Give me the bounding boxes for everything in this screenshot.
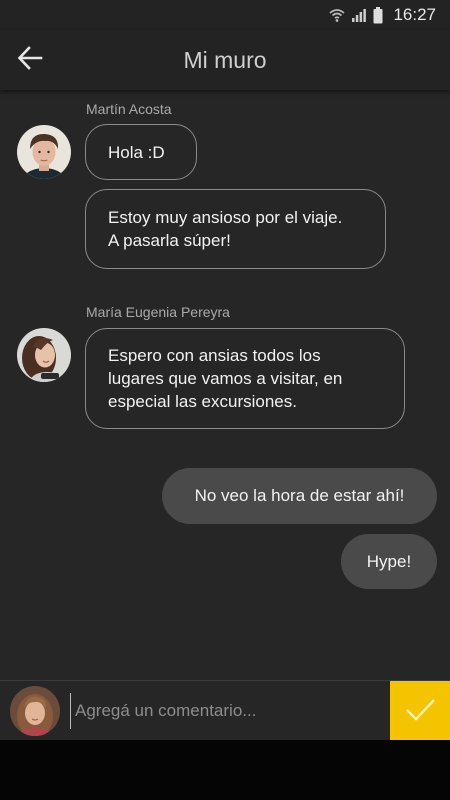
wifi-icon: [329, 7, 345, 23]
check-icon: [403, 692, 437, 731]
chat-area[interactable]: Martín Acosta Hola :D Estoy muy ansioso …: [0, 90, 450, 680]
app-bar: Mi muro: [0, 30, 450, 90]
page-title: Mi muro: [183, 47, 267, 73]
my-message-bubble[interactable]: No veo la hora de estar ahí!: [162, 468, 437, 524]
compose-bar: [0, 680, 450, 741]
system-navigation-bar: [0, 740, 450, 800]
author-name: Martín Acosta: [86, 101, 172, 117]
message-bubble[interactable]: Estoy muy ansioso por el viaje. A pasarl…: [85, 189, 386, 269]
comment-input[interactable]: [70, 693, 380, 729]
author-name: María Eugenia Pereyra: [86, 304, 230, 320]
status-bar: 16:27: [0, 0, 450, 30]
message-bubble[interactable]: Espero con ansias todos los lugares que …: [85, 328, 405, 429]
avatar-martin[interactable]: [17, 125, 71, 179]
avatar-maria[interactable]: [17, 328, 71, 382]
back-button[interactable]: [10, 42, 50, 78]
avatar-current-user: [10, 686, 60, 736]
battery-icon: [373, 6, 383, 24]
clock: 16:27: [393, 5, 436, 24]
message-bubble[interactable]: Hola :D: [85, 124, 197, 180]
arrow-left-icon: [17, 45, 43, 76]
my-message-bubble[interactable]: Hype!: [341, 534, 437, 589]
signal-icon: [351, 7, 367, 23]
send-button[interactable]: [390, 681, 450, 741]
